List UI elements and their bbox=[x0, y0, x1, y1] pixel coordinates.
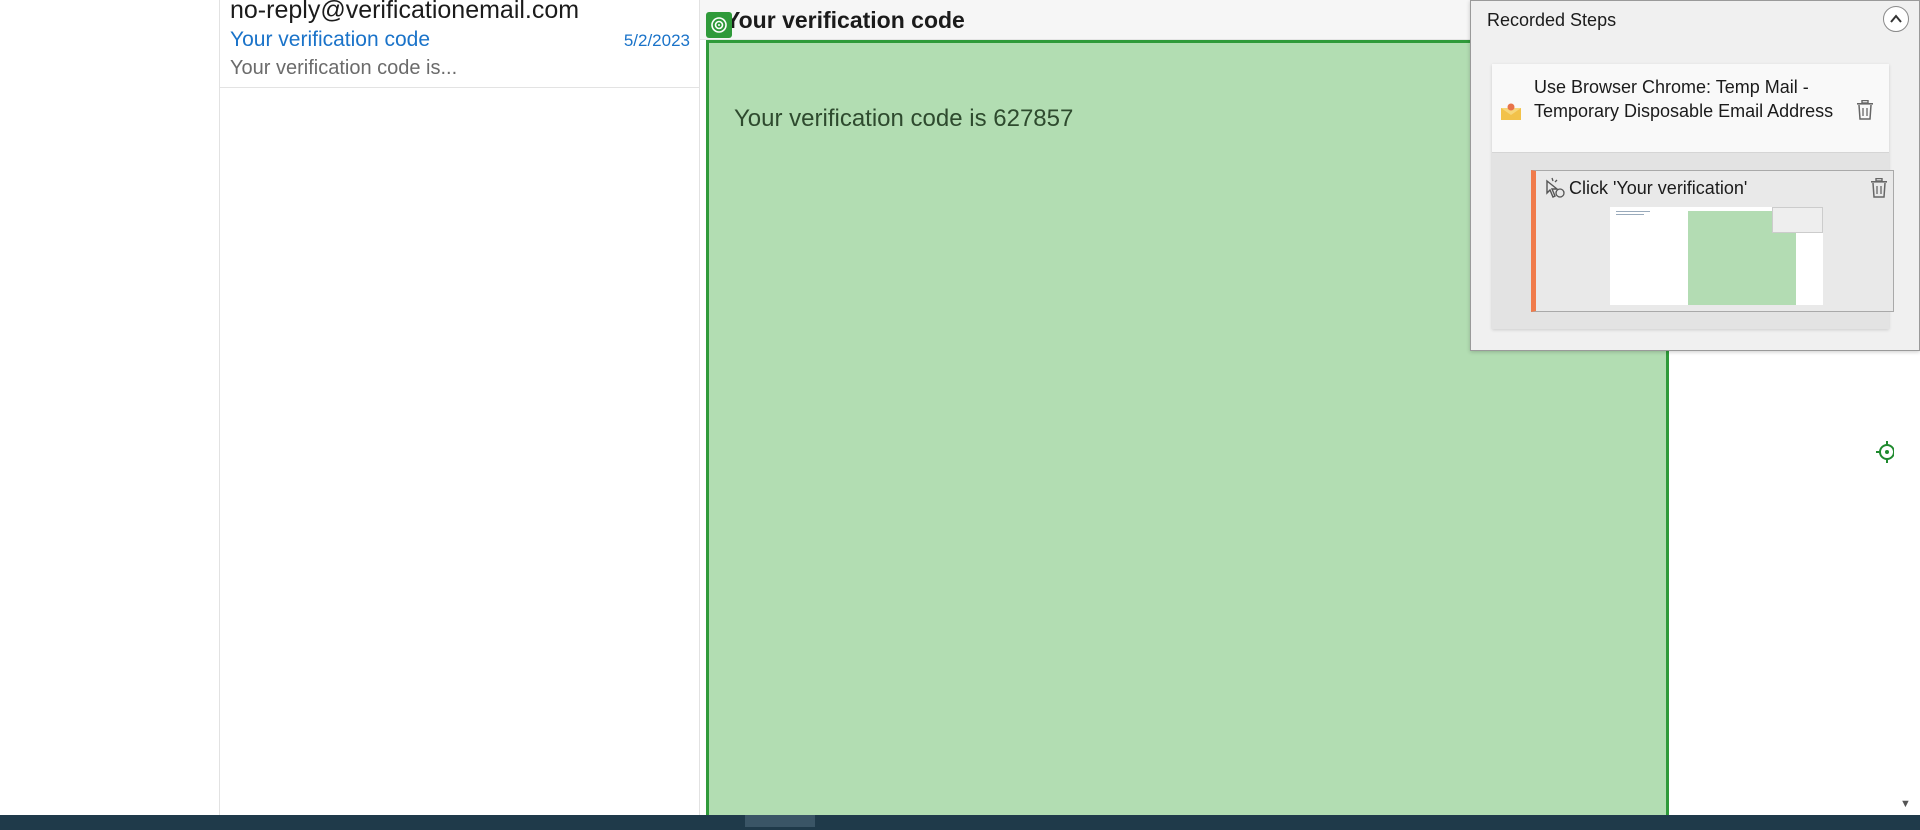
step-group: Use Browser Chrome: Temp Mail - Temporar… bbox=[1492, 64, 1894, 329]
recorded-steps-title: Recorded Steps bbox=[1487, 10, 1617, 30]
thumbnail-detail bbox=[1616, 211, 1650, 212]
recorded-step-item[interactable]: Click 'Your verification' bbox=[1531, 170, 1894, 312]
taskbar-item[interactable] bbox=[745, 815, 815, 827]
message-preview: Your verification code is... bbox=[230, 57, 458, 79]
reading-subject: Your verification code bbox=[725, 7, 965, 33]
chevron-up-icon bbox=[1890, 14, 1902, 23]
mail-icon bbox=[1500, 101, 1522, 121]
recorded-steps-panel: Recorded Steps Use Browser Chrome: Temp … bbox=[1470, 0, 1920, 351]
step-group-title: Use Browser Chrome: Temp Mail - Temporar… bbox=[1534, 77, 1834, 121]
message-subject: Your verification code bbox=[230, 28, 431, 51]
highlight-badge-icon bbox=[706, 12, 732, 38]
scroll-down-arrow-icon[interactable]: ▼ bbox=[1900, 798, 1911, 810]
click-icon bbox=[1544, 177, 1566, 199]
delete-step-trash-icon[interactable] bbox=[1870, 177, 1888, 198]
message-body-text: Your verification code is 627857 bbox=[734, 105, 1074, 132]
left-navigation-area bbox=[0, 0, 220, 815]
recorded-step-title: Click 'Your verification' bbox=[1569, 178, 1748, 198]
delete-group-trash-icon[interactable] bbox=[1856, 99, 1874, 120]
step-group-header[interactable]: Use Browser Chrome: Temp Mail - Temporar… bbox=[1492, 64, 1889, 153]
message-list: no-reply@verificationemail.com Your veri… bbox=[220, 0, 700, 815]
message-date: 5/2/2023 bbox=[623, 31, 690, 50]
message-list-item[interactable]: no-reply@verificationemail.com Your veri… bbox=[220, 0, 700, 88]
collapse-button[interactable] bbox=[1883, 6, 1909, 32]
step-screenshot-thumbnail bbox=[1610, 207, 1823, 305]
screen: no-reply@verificationemail.com Your veri… bbox=[0, 0, 1920, 830]
thumbnail-panel bbox=[1772, 207, 1823, 233]
message-sender: no-reply@verificationemail.com bbox=[230, 0, 580, 24]
thumbnail-detail bbox=[1616, 214, 1644, 215]
taskbar bbox=[0, 815, 1920, 830]
